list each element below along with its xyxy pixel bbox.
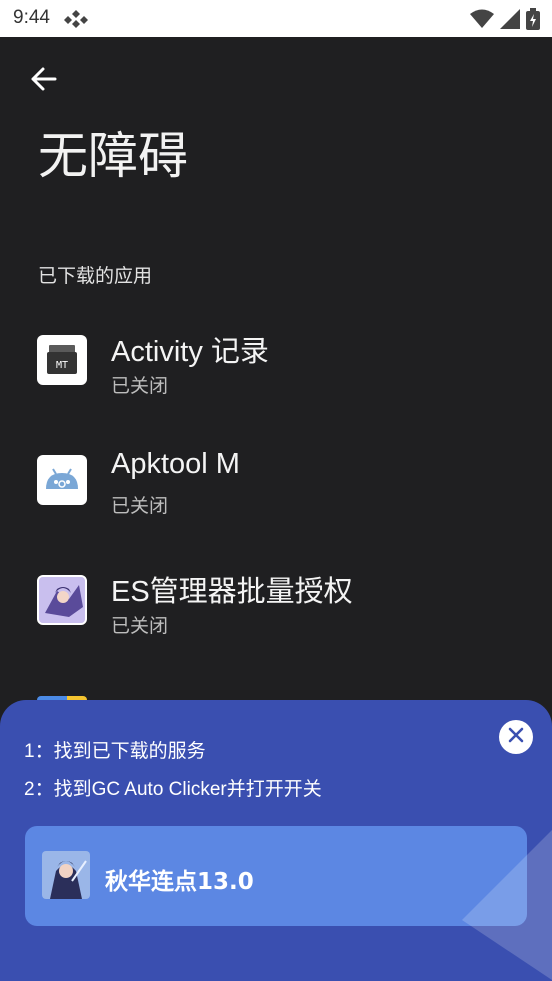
app-status: 已关闭 [111,615,169,637]
status-bar: 9:44 [0,0,552,37]
app-notification-icon [64,8,88,32]
signal-icon [500,9,520,33]
close-button[interactable] [499,720,533,754]
svg-text:MT: MT [56,360,68,371]
promo-app-icon [42,851,90,899]
app-status: 已关闭 [111,495,169,517]
mt-icon: MT [37,335,87,385]
android-icon [37,455,87,505]
list-item-activity[interactable]: MT Activity 记录 已关闭 [0,315,552,425]
list-item-es-manager[interactable]: ES管理器批量授权 已关闭 [0,555,552,665]
status-time: 9:44 [13,7,50,28]
guide-step-2: 2：找到GC Auto Clicker并打开开关 [24,779,322,800]
anime-character-icon [37,575,87,625]
guide-overlay: 1：找到已下载的服务 2：找到GC Auto Clicker并打开开关 秋华连点… [0,700,552,981]
watermark [462,830,552,980]
app-status: 已关闭 [111,375,169,397]
section-header-downloaded-apps: 已下载的应用 [38,265,153,287]
close-icon [507,726,525,748]
guide-step-1: 1：找到已下载的服务 [24,741,206,762]
arrow-left-icon [29,65,57,97]
list-item-apktool[interactable]: Apktool M 已关闭 [0,435,552,545]
app-name: Activity 记录 [111,336,269,368]
page-title: 无障碍 [38,127,188,185]
app-name: ES管理器批量授权 [111,576,353,608]
promo-title: 秋华连点13.0 [105,869,254,895]
wifi-icon [470,9,494,33]
battery-icon [526,8,540,34]
back-button[interactable] [26,64,60,98]
promo-card[interactable]: 秋华连点13.0 [25,826,527,926]
app-name: Apktool M [111,448,240,480]
